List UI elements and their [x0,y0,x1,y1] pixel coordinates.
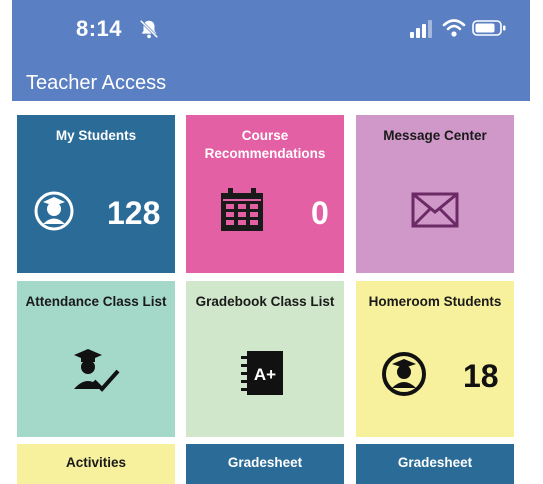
wifi-icon [442,19,466,37]
tile-label: Gradebook Class List [195,294,335,309]
page-title: Teacher Access [26,72,167,94]
tile-gradebook-class-list[interactable]: Gradebook Class List A+ [186,281,344,437]
battery-icon [472,20,506,36]
tile-gradesheet[interactable]: Gradesheet [186,444,344,484]
student-icon [34,191,74,231]
envelope-icon [411,192,459,228]
tile-label: Activities [65,455,127,470]
tile-label: My Students [55,128,137,143]
tile-label: Gradesheet [397,455,473,470]
tile-gradesheet-2[interactable]: Gradesheet [356,444,514,484]
calendar-icon [221,188,263,231]
cellular-signal-icon [410,20,432,38]
tile-activities[interactable]: Activities [17,444,175,484]
tile-label: Message Center [383,128,487,143]
tile-my-students[interactable]: My Students 128 [17,115,175,273]
tile-message-center[interactable]: Message Center [356,115,514,273]
homeroom-count: 18 [463,358,499,394]
tile-attendance-class-list[interactable]: Attendance Class List [17,281,175,437]
status-time: 8:14 [76,16,123,41]
gradebook-icon: A+ [241,351,283,395]
tile-label: Gradesheet [227,455,303,470]
tile-homeroom-students[interactable]: Homeroom Students 18 [356,281,514,437]
app-header: 8:14 Teacher Access [12,0,530,101]
tile-label: Course Recommendations [204,128,326,161]
student-icon [382,352,426,396]
graduate-check-icon [74,349,120,392]
status-bar: 8:14 [12,14,530,48]
tile-label: Homeroom Students [368,294,502,309]
recommendation-count: 0 [311,195,329,231]
svg-text:A+: A+ [254,365,276,384]
tile-course-recommendations[interactable]: Course Recommendations 0 [186,115,344,273]
student-count: 128 [107,195,161,231]
tile-label: Attendance Class List [25,294,167,309]
bell-muted-icon [139,19,159,39]
